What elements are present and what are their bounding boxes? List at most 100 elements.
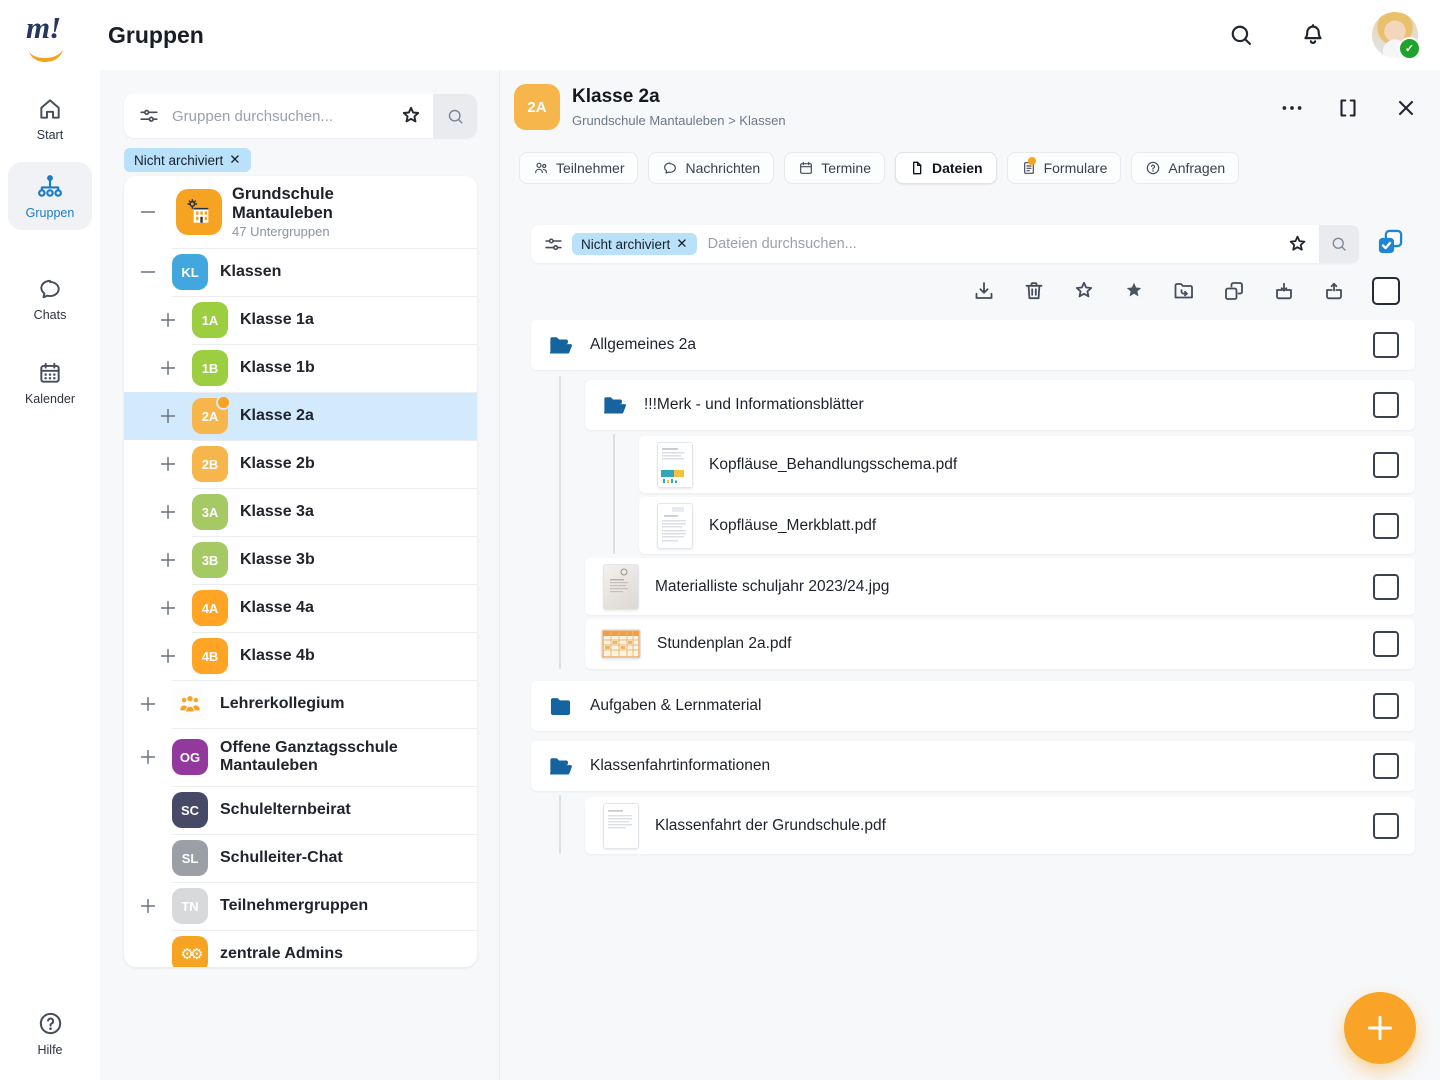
school-building-icon (183, 196, 215, 228)
file-icon (909, 160, 925, 176)
expand-icon[interactable] (156, 308, 180, 332)
favorite-filled-icon[interactable] (1122, 279, 1146, 303)
tab-teilnehmer[interactable]: Teilnehmer (519, 152, 638, 184)
sidebar-item-kalender[interactable]: Kalender (8, 350, 92, 416)
expand-icon[interactable] (156, 452, 180, 476)
group-search-button[interactable] (433, 94, 477, 138)
tree-item-klasse-1a[interactable]: 1A Klasse 1a (124, 296, 477, 344)
tree-item-klasse-3b[interactable]: 3B Klasse 3b (124, 536, 477, 584)
group-tree: Grundschule Mantauleben 47 Untergruppen … (124, 176, 477, 967)
tree-item-teilnehmergruppen[interactable]: TN Teilnehmergruppen (124, 882, 477, 930)
expand-icon[interactable] (156, 596, 180, 620)
tab-dateien[interactable]: Dateien (895, 152, 997, 184)
folder-row-allgemeines-2a[interactable]: Allgemeines 2a (531, 320, 1415, 370)
group-search-input[interactable] (170, 107, 399, 126)
expand-icon[interactable] (136, 692, 160, 716)
tree-item-klasse-3a[interactable]: 3A Klasse 3a (124, 488, 477, 536)
user-avatar[interactable]: ✓ (1372, 12, 1418, 58)
logo-text: m! (26, 10, 60, 45)
folder-row-klassenfahrtinformationen[interactable]: Klassenfahrtinformationen (531, 741, 1415, 791)
row-checkbox[interactable] (1373, 693, 1399, 719)
favorite-outline-icon[interactable] (1072, 279, 1096, 303)
file-search-bar: Nicht archiviert ✕ (531, 225, 1359, 263)
archive-in-icon[interactable] (1272, 279, 1296, 303)
favorite-filter-icon[interactable] (1286, 233, 1309, 256)
duplicate-icon[interactable] (1222, 279, 1246, 303)
download-icon[interactable] (972, 279, 996, 303)
expand-icon[interactable] (136, 745, 160, 769)
move-to-folder-icon[interactable] (1172, 279, 1196, 303)
expand-icon[interactable] (156, 356, 180, 380)
collapse-icon[interactable] (136, 260, 160, 284)
group-filter-chip[interactable]: Nicht archiviert ✕ (124, 148, 251, 172)
home-icon (37, 96, 63, 122)
expand-icon[interactable] (156, 404, 180, 428)
fullscreen-button[interactable] (1334, 94, 1362, 122)
chip-close-icon[interactable]: ✕ (676, 236, 687, 252)
tree-item-zentrale-admins[interactable]: ⚙⚙ zentrale Admins (124, 930, 477, 967)
tree-item-klassen[interactable]: KL Klassen (124, 248, 477, 296)
add-file-button[interactable] (1344, 992, 1416, 1064)
tab-termine[interactable]: Termine (784, 152, 885, 184)
file-filter-chip[interactable]: Nicht archiviert ✕ (572, 233, 697, 255)
tree-item-grundschule-mantauleben[interactable]: Grundschule Mantauleben 47 Untergruppen (124, 176, 477, 248)
tree-item-klasse-1b[interactable]: 1B Klasse 1b (124, 344, 477, 392)
expand-icon[interactable] (136, 894, 160, 918)
file-row-materialliste[interactable]: Materialliste schuljahr 2023/24.jpg (585, 558, 1415, 615)
expand-icon[interactable] (156, 548, 180, 572)
tree-item-schulleiter-chat[interactable]: SL Schulleiter-Chat (124, 834, 477, 882)
notification-dot (1028, 157, 1036, 165)
filter-icon[interactable] (138, 105, 160, 127)
tree-item-lehrerkollegium[interactable]: Lehrerkollegium (124, 680, 477, 728)
folder-row-merk-und-informationsblaetter[interactable]: !!!Merk - und Informationsblätter (585, 380, 1415, 430)
select-all-checkbox[interactable] (1372, 277, 1400, 305)
collapse-icon[interactable] (136, 200, 160, 224)
tree-item-klasse-2a[interactable]: 2A Klasse 2a (124, 392, 477, 440)
row-checkbox[interactable] (1373, 452, 1399, 478)
row-checkbox[interactable] (1373, 813, 1399, 839)
tree-item-klasse-2b[interactable]: 2B Klasse 2b (124, 440, 477, 488)
row-checkbox[interactable] (1373, 753, 1399, 779)
file-row-stundenplan[interactable]: Stundenplan 2a.pdf (585, 619, 1415, 669)
delete-icon[interactable] (1022, 279, 1046, 303)
row-checkbox[interactable] (1373, 332, 1399, 358)
tab-formulare[interactable]: Formulare (1007, 152, 1122, 184)
tab-nachrichten[interactable]: Nachrichten (648, 152, 774, 184)
sidebar-item-gruppen[interactable]: Gruppen (8, 162, 92, 230)
row-checkbox[interactable] (1373, 513, 1399, 539)
file-search-button[interactable] (1319, 225, 1359, 263)
file-search-input[interactable] (706, 235, 1286, 253)
file-row-klassenfahrt-der-grundschule[interactable]: Klassenfahrt der Grundschule.pdf (585, 797, 1415, 854)
expand-icon[interactable] (156, 500, 180, 524)
row-checkbox[interactable] (1373, 574, 1399, 600)
more-options-button[interactable] (1278, 94, 1306, 122)
top-actions: ✓ (1228, 0, 1440, 70)
filter-icon[interactable] (543, 234, 564, 255)
search-icon[interactable] (1228, 22, 1254, 48)
group-avatar: SL (172, 840, 208, 876)
folder-row-aufgaben-lernmaterial[interactable]: Aufgaben & Lernmaterial (531, 681, 1415, 731)
file-row-kopflaeuse-merkblatt[interactable]: Kopfläuse_Merkblatt.pdf (639, 497, 1415, 554)
sidebar-item-hilfe[interactable]: Hilfe (8, 1000, 92, 1067)
favorite-filter-icon[interactable] (399, 104, 423, 128)
tree-item-klasse-4b[interactable]: 4B Klasse 4b (124, 632, 477, 680)
bell-icon[interactable] (1300, 22, 1326, 48)
sidebar-item-start[interactable]: Start (8, 86, 92, 152)
sidebar-item-chats[interactable]: Chats (8, 266, 92, 332)
tab-anfragen[interactable]: Anfragen (1131, 152, 1239, 184)
close-button[interactable] (1392, 94, 1420, 122)
archive-out-icon[interactable] (1322, 279, 1346, 303)
multi-select-button[interactable] (1376, 228, 1404, 256)
expand-icon[interactable] (156, 644, 180, 668)
row-checkbox[interactable] (1373, 392, 1399, 418)
row-checkbox[interactable] (1373, 631, 1399, 657)
tree-item-klasse-4a[interactable]: 4A Klasse 4a (124, 584, 477, 632)
tree-item-schulelternbeirat[interactable]: SC Schulelternbeirat (124, 786, 477, 834)
tree-item-offene-ganztagsschule[interactable]: OG Offene Ganztagsschule Mantauleben (124, 728, 477, 786)
group-avatar: TN (172, 888, 208, 924)
app-logo[interactable]: m! (26, 10, 78, 62)
file-thumbnail (601, 629, 641, 659)
chip-close-icon[interactable]: ✕ (229, 152, 240, 168)
notification-dot (216, 395, 231, 410)
file-row-kopflaeuse-behandlungsschema[interactable]: Kopfläuse_Behandlungsschema.pdf (639, 436, 1415, 493)
